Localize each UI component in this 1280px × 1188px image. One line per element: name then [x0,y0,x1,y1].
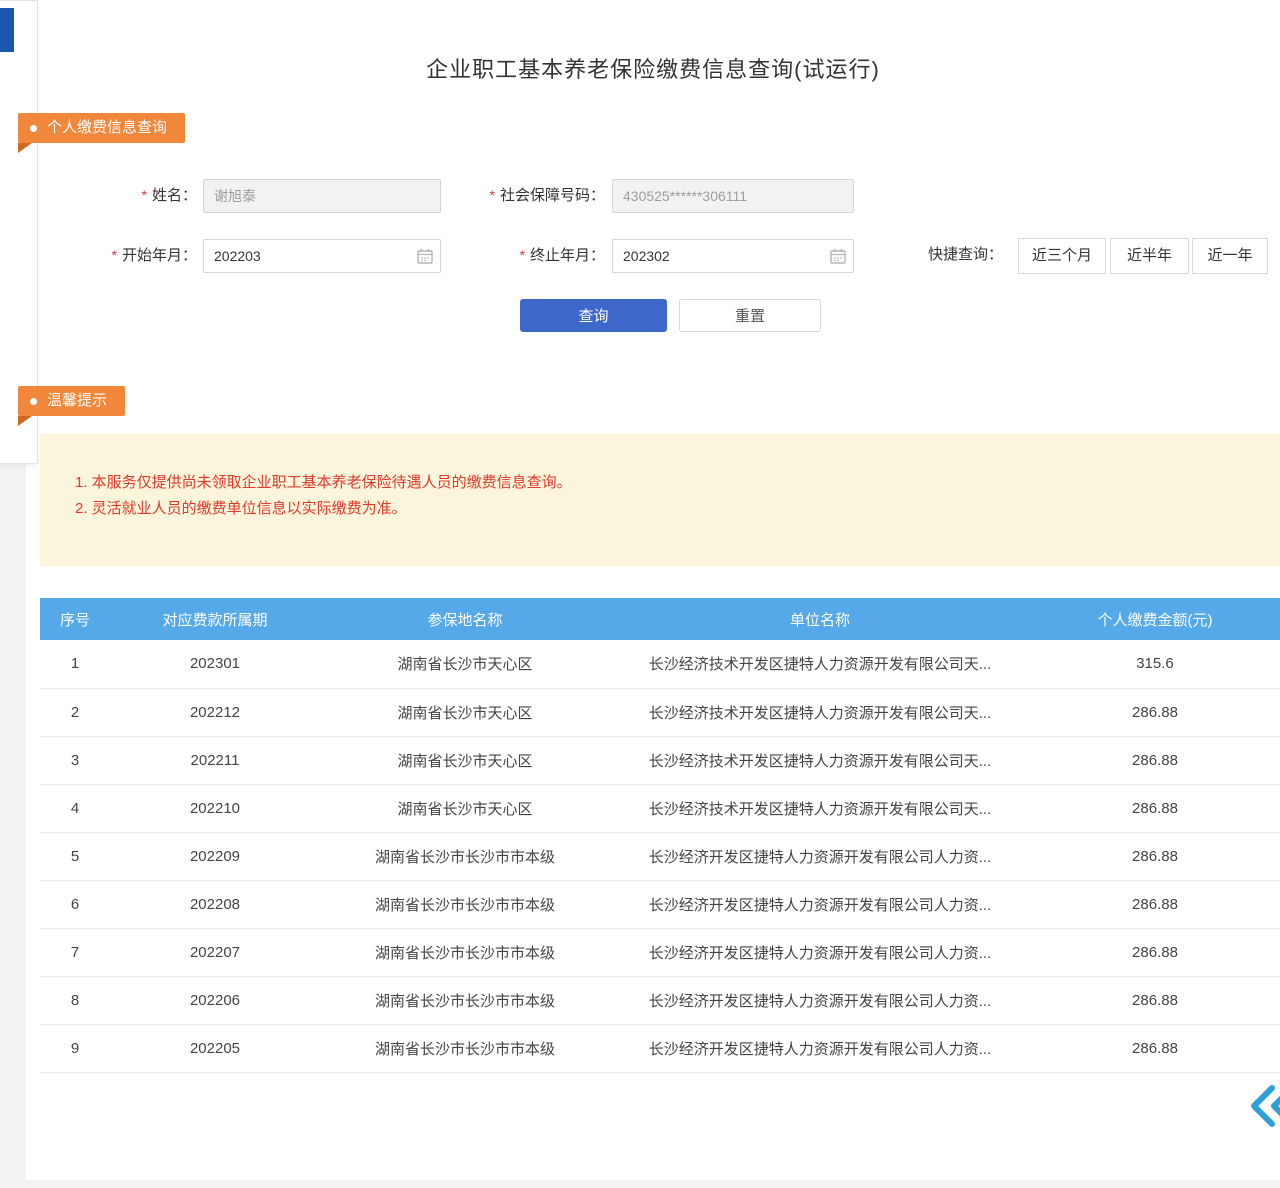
required-asterisk: * [142,187,147,203]
header-period: 对应费款所属期 [110,598,320,640]
header-amount: 个人缴费金额(元) [1030,598,1280,640]
table-cell: 湖南省长沙市长沙市市本级 [320,832,610,880]
table-row: 8202206湖南省长沙市长沙市市本级长沙经济开发区捷特人力资源开发有限公司人力… [40,976,1280,1024]
table-cell: 长沙经济技术开发区捷特人力资源开发有限公司天... [610,784,1030,832]
table-cell: 8 [40,976,110,1024]
name-label: *姓名： [85,179,197,211]
start-month-input[interactable] [203,239,441,273]
required-asterisk: * [490,187,495,203]
table-cell: 长沙经济开发区捷特人力资源开发有限公司人力资... [610,976,1030,1024]
quick-one-year-button[interactable]: 近一年 [1192,238,1268,274]
page-title: 企业职工基本养老保险缴费信息查询(试运行) [26,52,1280,84]
section-badge-tips-label: 温馨提示 [47,386,107,416]
table-cell: 长沙经济开发区捷特人力资源开发有限公司人力资... [610,880,1030,928]
table-cell: 2 [40,688,110,736]
tips-line-1: 1. 本服务仅提供尚未领取企业职工基本养老保险待遇人员的缴费信息查询。 [75,470,1280,496]
table-cell: 湖南省长沙市长沙市市本级 [320,880,610,928]
table-row: 5202209湖南省长沙市长沙市市本级长沙经济开发区捷特人力资源开发有限公司人力… [40,832,1280,880]
query-button[interactable]: 查询 [520,299,667,332]
tips-box: 1. 本服务仅提供尚未领取企业职工基本养老保险待遇人员的缴费信息查询。 2. 灵… [40,434,1280,566]
table-cell: 202207 [110,928,320,976]
table-cell: 315.6 [1030,640,1280,688]
header-seq: 序号 [40,598,110,640]
table-cell: 286.88 [1030,832,1280,880]
table-row: 7202207湖南省长沙市长沙市市本级长沙经济开发区捷特人力资源开发有限公司人力… [40,928,1280,976]
table-cell: 湖南省长沙市长沙市市本级 [320,928,610,976]
start-month-wrap [203,239,441,273]
sidebar-active-indicator [0,8,14,52]
table-cell: 202210 [110,784,320,832]
table-cell: 3 [40,736,110,784]
table-row: 3202211湖南省长沙市天心区长沙经济技术开发区捷特人力资源开发有限公司天..… [40,736,1280,784]
table-cell: 202206 [110,976,320,1024]
table-cell: 202301 [110,640,320,688]
end-month-wrap [612,239,854,273]
table-row: 9202205湖南省长沙市长沙市市本级长沙经济开发区捷特人力资源开发有限公司人力… [40,1024,1280,1072]
table-cell: 湖南省长沙市长沙市市本级 [320,1024,610,1072]
table-cell: 5 [40,832,110,880]
name-field[interactable]: 谢旭泰 [203,179,441,213]
header-region: 参保地名称 [320,598,610,640]
section-badge-tips: 温馨提示 [18,386,125,416]
table-cell: 6 [40,880,110,928]
table-cell: 202209 [110,832,320,880]
bullet-dot-icon [30,125,37,132]
quick-query-label: 快捷查询： [928,238,1003,272]
table-cell: 湖南省长沙市天心区 [320,688,610,736]
collapse-double-chevron-icon[interactable] [1250,1084,1280,1128]
section-badge-query-label: 个人缴费信息查询 [47,113,167,143]
reset-button[interactable]: 重置 [679,299,821,332]
header-employer: 单位名称 [610,598,1030,640]
table-row: 2202212湖南省长沙市天心区长沙经济技术开发区捷特人力资源开发有限公司天..… [40,688,1280,736]
ribbon-fold [18,143,32,153]
table-cell: 286.88 [1030,1024,1280,1072]
end-month-input[interactable] [612,239,854,273]
table-cell: 286.88 [1030,976,1280,1024]
table-cell: 286.88 [1030,784,1280,832]
table-row: 6202208湖南省长沙市长沙市市本级长沙经济开发区捷特人力资源开发有限公司人力… [40,880,1280,928]
required-asterisk: * [112,247,117,263]
ssn-field[interactable]: 430525******306111 [612,179,854,213]
section-badge-query: 个人缴费信息查询 [18,113,185,143]
table-cell: 286.88 [1030,928,1280,976]
table-cell: 长沙经济技术开发区捷特人力资源开发有限公司天... [610,736,1030,784]
table-cell: 202205 [110,1024,320,1072]
table-cell: 4 [40,784,110,832]
results-table: 序号 对应费款所属期 参保地名称 单位名称 个人缴费金额(元) 1202301湖… [40,598,1280,1073]
required-asterisk: * [520,247,525,263]
bullet-dot-icon [30,398,37,405]
table-cell: 7 [40,928,110,976]
start-month-label: *开始年月： [85,239,197,271]
table-cell: 286.88 [1030,688,1280,736]
table-cell: 长沙经济技术开发区捷特人力资源开发有限公司天... [610,640,1030,688]
page-root: 企业职工基本养老保险缴费信息查询(试运行) 个人缴费信息查询 *姓名： 谢旭泰 … [0,0,1280,1188]
table-cell: 湖南省长沙市长沙市市本级 [320,976,610,1024]
table-body: 1202301湖南省长沙市天心区长沙经济技术开发区捷特人力资源开发有限公司天..… [40,640,1280,1072]
table-cell: 湖南省长沙市天心区 [320,640,610,688]
ssn-label: *社会保障号码： [450,179,605,211]
table-cell: 286.88 [1030,880,1280,928]
table-cell: 长沙经济开发区捷特人力资源开发有限公司人力资... [610,1024,1030,1072]
table-row: 1202301湖南省长沙市天心区长沙经济技术开发区捷特人力资源开发有限公司天..… [40,640,1280,688]
table-cell: 202212 [110,688,320,736]
table-cell: 286.88 [1030,736,1280,784]
table-header: 序号 对应费款所属期 参保地名称 单位名称 个人缴费金额(元) [40,598,1280,640]
quick-3-months-button[interactable]: 近三个月 [1018,238,1106,274]
table-cell: 202208 [110,880,320,928]
table-cell: 湖南省长沙市天心区 [320,736,610,784]
end-month-label: *终止年月： [450,239,605,271]
table-cell: 湖南省长沙市天心区 [320,784,610,832]
table-cell: 长沙经济技术开发区捷特人力资源开发有限公司天... [610,688,1030,736]
table-cell: 1 [40,640,110,688]
table-cell: 202211 [110,736,320,784]
ribbon-fold [18,416,32,426]
calendar-icon[interactable] [830,248,846,264]
table-row: 4202210湖南省长沙市天心区长沙经济技术开发区捷特人力资源开发有限公司天..… [40,784,1280,832]
tips-line-2: 2. 灵活就业人员的缴费单位信息以实际缴费为准。 [75,496,1280,522]
table-cell: 9 [40,1024,110,1072]
table-cell: 长沙经济开发区捷特人力资源开发有限公司人力资... [610,832,1030,880]
calendar-icon[interactable] [417,248,433,264]
table-cell: 长沙经济开发区捷特人力资源开发有限公司人力资... [610,928,1030,976]
quick-half-year-button[interactable]: 近半年 [1110,238,1189,274]
